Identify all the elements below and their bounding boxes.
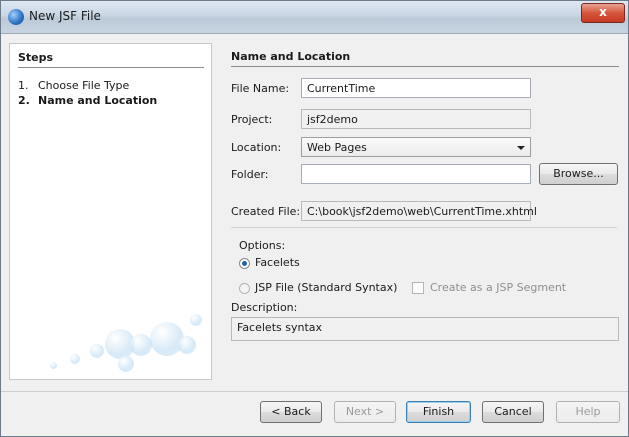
- step-item: 1. Choose File Type: [18, 79, 129, 92]
- steps-title: Steps: [18, 51, 54, 64]
- netbeans-icon: [8, 9, 24, 25]
- step-label: Name and Location: [38, 94, 158, 107]
- created-file-label: Created File:: [231, 205, 301, 218]
- step-number: 1.: [18, 79, 29, 92]
- jsp-file-label[interactable]: JSP File (Standard Syntax): [255, 281, 397, 294]
- project-label: Project:: [231, 113, 273, 126]
- step-label: Choose File Type: [38, 79, 130, 92]
- browse-button[interactable]: Browse...: [539, 163, 618, 185]
- panel-divider: [231, 66, 619, 67]
- chevron-down-icon: [517, 146, 525, 150]
- jsp-segment-checkbox[interactable]: [412, 282, 424, 294]
- window-title: New JSF File: [29, 9, 101, 23]
- panel-title: Name and Location: [231, 50, 351, 63]
- file-name-field[interactable]: CurrentTime: [301, 78, 531, 98]
- step-number: 2.: [18, 94, 30, 107]
- footer-divider: [1, 391, 628, 392]
- back-button[interactable]: < Back: [260, 401, 322, 423]
- options-label: Options:: [239, 239, 286, 252]
- folder-label: Folder:: [231, 168, 269, 181]
- dialog-window: New JSF File x Steps 1. Choose File Type …: [0, 0, 629, 437]
- name-location-panel: Name and Location File Name: CurrentTime…: [219, 43, 621, 380]
- next-button[interactable]: Next >: [334, 401, 396, 423]
- facelets-label[interactable]: Facelets: [255, 256, 300, 269]
- cancel-button[interactable]: Cancel: [482, 401, 544, 423]
- location-dropdown[interactable]: Web Pages: [301, 137, 531, 157]
- steps-divider: [18, 67, 204, 68]
- step-item-current: 2. Name and Location: [18, 94, 157, 107]
- created-file-field: C:\book\jsf2demo\web\CurrentTime.xhtml: [301, 201, 537, 221]
- steps-panel: Steps 1. Choose File Type 2. Name and Loca…: [9, 43, 212, 380]
- project-field: jsf2demo: [301, 109, 531, 129]
- finish-button[interactable]: Finish: [406, 401, 471, 423]
- title-bar[interactable]: New JSF File x: [1, 1, 628, 34]
- location-label: Location:: [231, 141, 282, 154]
- options-divider: [231, 227, 617, 228]
- description-label: Description:: [231, 301, 298, 314]
- location-value: Web Pages: [307, 141, 367, 154]
- description-field: Facelets syntax: [231, 317, 619, 341]
- jsp-file-radio[interactable]: [239, 283, 250, 294]
- file-name-label: File Name:: [231, 82, 290, 95]
- close-button[interactable]: x: [581, 3, 625, 23]
- jsp-segment-label: Create as a JSP Segment: [430, 281, 567, 294]
- facelets-radio[interactable]: [239, 258, 250, 269]
- dialog-content: Steps 1. Choose File Type 2. Name and Loca…: [9, 43, 621, 380]
- folder-field[interactable]: [301, 164, 531, 184]
- help-button[interactable]: Help: [556, 401, 620, 423]
